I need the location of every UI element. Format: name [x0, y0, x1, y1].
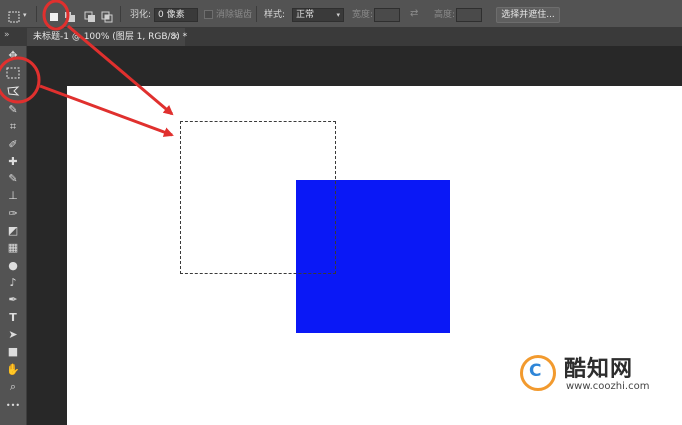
- type-tool-icon[interactable]: T: [3, 310, 23, 326]
- options-bar: ▾ 羽化: 0 像素 消除锯齿 样式: 正常 ▾ 宽度: ⇄ 高度: 选择并遮住…: [0, 0, 682, 28]
- crop-tool-icon[interactable]: ⌗: [3, 119, 23, 135]
- new-selection-icon[interactable]: [48, 8, 60, 21]
- add-to-selection-icon[interactable]: [64, 8, 76, 22]
- quick-selection-tool-icon[interactable]: ✎: [3, 102, 23, 118]
- style-label: 样式:: [264, 10, 286, 20]
- move-tool-icon[interactable]: ✥: [3, 48, 23, 64]
- height-label: 高度:: [434, 10, 456, 20]
- document-tab[interactable]: 未标题-1 @ 100% (图层 1, RGB/8) * ×: [27, 28, 188, 46]
- gradient-tool-icon[interactable]: ▦: [3, 240, 23, 256]
- divider: [120, 6, 121, 22]
- chevron-down-icon[interactable]: ▾: [23, 8, 27, 22]
- tools-panel: ✥ ✎ ⌗ ✐ ✚ ✎ ⊥ ✑ ◩ ▦ ● ♪ ✒ T ➤ ■ ✋ ⌕ •••: [0, 46, 27, 425]
- blur-tool-icon[interactable]: ●: [3, 258, 23, 274]
- eraser-tool-icon[interactable]: ◩: [3, 223, 23, 239]
- style-select-value: 正常: [296, 10, 315, 20]
- close-icon[interactable]: ×: [171, 28, 179, 46]
- hand-tool-icon[interactable]: ✋: [3, 362, 23, 378]
- subtract-from-selection-icon[interactable]: [84, 8, 96, 22]
- feather-label: 羽化:: [130, 10, 152, 20]
- antialias-label: 消除锯齿: [216, 10, 253, 20]
- divider: [256, 6, 257, 22]
- divider: [36, 6, 37, 22]
- swap-icon[interactable]: ⇄: [410, 7, 418, 21]
- feather-input[interactable]: 0 像素: [154, 8, 198, 22]
- eyedropper-tool-icon[interactable]: ✐: [3, 137, 23, 153]
- chevron-down-icon: ▾: [336, 11, 340, 19]
- photoshop-window: ▾ 羽化: 0 像素 消除锯齿 样式: 正常 ▾ 宽度: ⇄ 高度: 选择并遮住…: [0, 0, 682, 425]
- document-tab-title: 未标题-1 @ 100% (图层 1, RGB/8) *: [33, 32, 188, 42]
- panel-collapse-icon[interactable]: »: [4, 30, 10, 40]
- clone-stamp-tool-icon[interactable]: ⊥: [3, 188, 23, 204]
- document-tab-bar: » 未标题-1 @ 100% (图层 1, RGB/8) * ×: [0, 28, 682, 46]
- watermark: C 酷知网 www.coozhi.com: [516, 345, 666, 407]
- watermark-logo-icon: C: [520, 355, 556, 391]
- intersect-selection-icon[interactable]: [101, 8, 113, 23]
- selection-marquee[interactable]: [180, 121, 336, 274]
- antialias-checkbox[interactable]: [204, 10, 213, 19]
- marquee-preset-icon[interactable]: [8, 8, 20, 23]
- history-brush-tool-icon[interactable]: ✑: [3, 206, 23, 222]
- healing-brush-tool-icon[interactable]: ✚: [3, 154, 23, 170]
- zoom-tool-icon[interactable]: ⌕: [3, 379, 23, 395]
- rectangle-tool-icon[interactable]: ■: [3, 344, 23, 360]
- watermark-name: 酷知网: [564, 357, 634, 382]
- watermark-logo-letter: C: [529, 361, 542, 381]
- select-and-mask-button[interactable]: 选择并遮住...: [496, 7, 560, 23]
- more-tools-icon[interactable]: •••: [3, 398, 23, 414]
- height-input[interactable]: [456, 8, 482, 22]
- width-label: 宽度:: [352, 10, 374, 20]
- lasso-tool-icon[interactable]: [3, 83, 23, 99]
- style-select[interactable]: 正常 ▾: [292, 8, 344, 22]
- watermark-url: www.coozhi.com: [566, 381, 650, 392]
- brush-tool-icon[interactable]: ✎: [3, 171, 23, 187]
- dodge-tool-icon[interactable]: ♪: [3, 275, 23, 291]
- path-selection-tool-icon[interactable]: ➤: [3, 327, 23, 343]
- rectangular-marquee-tool-icon[interactable]: [3, 65, 23, 81]
- width-input[interactable]: [374, 8, 400, 22]
- pen-tool-icon[interactable]: ✒: [3, 292, 23, 308]
